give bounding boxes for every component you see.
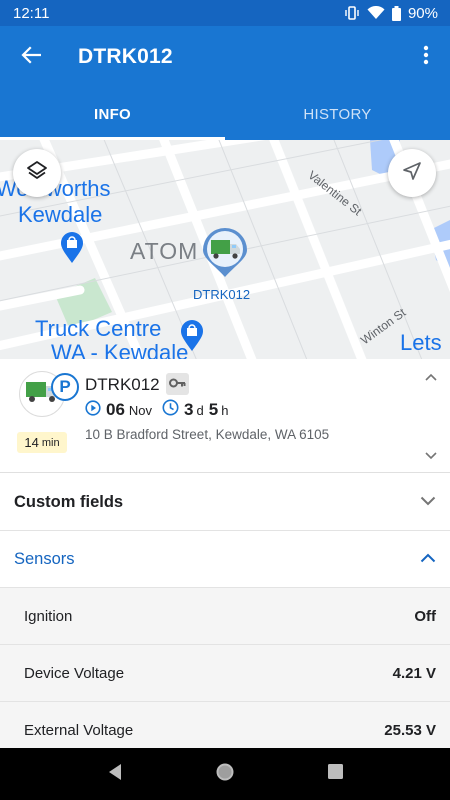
clock-icon [162,399,184,421]
status-bar: 12:11 90% [0,0,450,26]
tab-info[interactable]: INFO [0,88,225,140]
age-unit: min [41,436,60,449]
app-bar: DTRK012 [0,26,450,88]
sensor-name: Ignition [24,607,73,625]
truck-pin-icon [201,228,249,282]
app-screen: 12:11 90% DTRK012 INFO HISTORY Kewdale A… [0,0,450,800]
status-icons: 90% [344,5,438,22]
duration-days-unit: d [196,402,204,418]
sensor-name: Device Voltage [24,664,125,682]
last-update-age-badge: 14 min [17,432,67,453]
chevron-down-icon [420,493,436,511]
vehicle-marker-label: DTRK012 [193,287,251,302]
system-nav-bar [0,748,450,800]
page-title: DTRK012 [78,45,173,68]
duration-days: 3 [184,400,194,419]
status-time: 12:11 [13,4,50,22]
vehicle-map-marker[interactable] [201,226,249,283]
device-times-row: 06 Nov 3 d 5 h [85,399,228,421]
navigation-icon [402,161,422,186]
battery-percent: 90% [407,4,438,22]
sensor-row: Device Voltage 4.21 V [0,645,450,702]
overflow-menu-button[interactable] [412,38,440,76]
duration-hours: 5 [208,400,219,419]
sensor-row: Ignition Off [0,588,450,645]
map-label-place: Kewdale [18,202,103,227]
date-month: Nov [128,402,153,418]
shopping-pin-icon [60,232,84,269]
wifi-icon [367,6,385,20]
custom-fields-section[interactable]: Custom fields [0,474,450,531]
map-label-place: Truck Centre [35,316,162,341]
duration-hours-unit: h [221,402,229,418]
back-button[interactable] [0,26,62,88]
collapse-map-button[interactable] [425,368,437,386]
map-locate-button[interactable] [388,149,436,197]
sensor-value: Off [414,607,436,625]
custom-fields-label: Custom fields [14,492,124,511]
nav-recents-button[interactable] [315,754,355,794]
device-summary-card[interactable]: P 14 min DTRK012 06 Nov 3 d 5 h 10 B Bra… [0,359,450,473]
square-recents-icon [327,763,344,785]
map-layers-button[interactable] [13,149,61,197]
arrow-back-icon [21,45,42,69]
circle-home-icon [215,762,235,787]
date-day: 06 [106,400,125,419]
ignition-key-badge [166,373,189,395]
map-label-place: ATOM [130,238,199,264]
nav-home-button[interactable] [205,754,245,794]
nav-back-button[interactable] [95,754,135,794]
more-vert-icon [423,45,429,70]
layers-icon [26,160,48,187]
vibrate-icon [344,6,360,20]
age-value: 14 [24,435,39,450]
device-name: DTRK012 [85,375,160,394]
sensor-name: External Voltage [24,721,134,739]
expand-card-button[interactable] [425,447,437,465]
key-icon [169,375,186,393]
shopping-pin-icon [180,320,204,357]
device-address: 10 B Bradford Street, Kewdale, WA 6105 [85,427,330,442]
sensor-value: 25.53 V [384,721,436,739]
map-label-place: Lets [400,330,442,355]
sensors-label: Sensors [14,549,75,568]
tab-bar: INFO HISTORY [0,88,450,140]
play-circle-icon [85,399,106,421]
parked-status-badge: P [51,373,79,401]
battery-icon [391,5,401,21]
map-label-place: WA - Kewdale [51,340,189,359]
chevron-up-icon [420,550,436,568]
triangle-back-icon [107,763,123,786]
sensor-value: 4.21 V [392,664,436,682]
tab-history[interactable]: HISTORY [225,88,450,140]
sensors-section[interactable]: Sensors [0,531,450,588]
